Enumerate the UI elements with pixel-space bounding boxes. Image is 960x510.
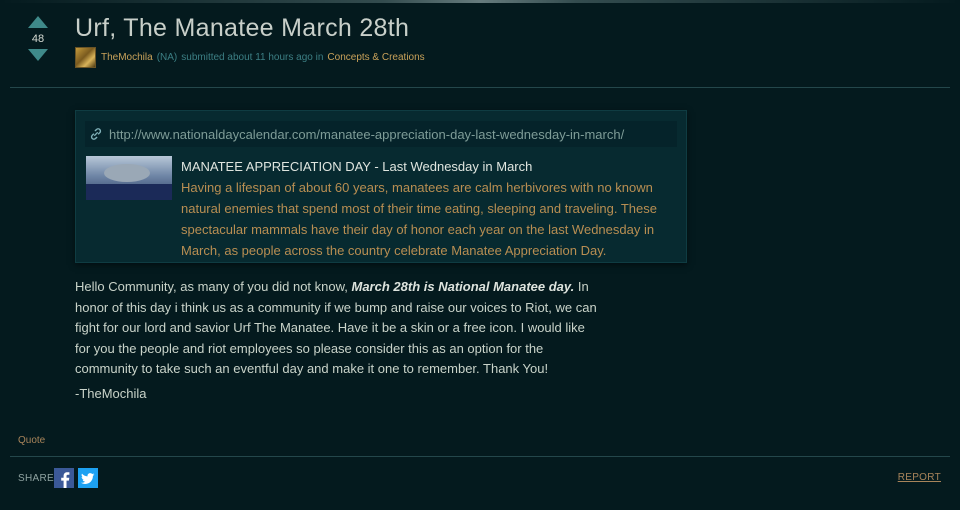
embed-url[interactable]: http://www.nationaldaycalendar.com/manat… [109, 127, 624, 142]
post-body: Hello Community, as many of you did not … [75, 277, 600, 380]
post-meta: TheMochila (NA) submitted about 11 hours… [75, 47, 425, 68]
manatee-image [104, 164, 150, 182]
post-signoff: -TheMochila [75, 386, 147, 401]
embed-headline[interactable]: MANATEE APPRECIATION DAY - Last Wednesda… [181, 159, 532, 174]
embed-url-bar[interactable]: http://www.nationaldaycalendar.com/manat… [85, 121, 677, 147]
author-region: (NA) [156, 51, 178, 63]
post-title[interactable]: Urf, The Manatee March 28th [75, 14, 409, 43]
quote-button[interactable]: Quote [18, 435, 45, 446]
thumbnail-caption-band [86, 184, 172, 200]
report-link[interactable]: REPORT [898, 472, 941, 483]
twitter-icon [81, 473, 95, 484]
body-intro: Hello Community, as many of you did not … [75, 279, 352, 294]
link-embed-card[interactable]: http://www.nationaldaycalendar.com/manat… [75, 110, 687, 263]
embed-description: Having a lifespan of about 60 years, man… [181, 180, 657, 258]
top-glow [0, 0, 960, 3]
vote-score: 48 [31, 33, 45, 45]
upvote-arrow-icon[interactable] [28, 16, 48, 28]
submitted-text: submitted about 11 hours ago in [181, 51, 324, 63]
avatar[interactable] [75, 47, 96, 68]
embed-thumbnail[interactable] [86, 156, 172, 200]
downvote-arrow-icon[interactable] [28, 49, 48, 61]
body-emphasis: March 28th is National Manatee day. [351, 279, 575, 294]
twitter-share-button[interactable] [78, 468, 98, 488]
author-link[interactable]: TheMochila [101, 48, 153, 68]
board-link[interactable]: Concepts & Creations [327, 48, 424, 68]
vote-widget: 48 [24, 16, 52, 61]
facebook-share-button[interactable] [54, 468, 74, 488]
link-icon [90, 128, 102, 140]
footer-divider [10, 456, 950, 457]
share-label: SHARE [18, 473, 54, 484]
header-divider [10, 87, 950, 88]
facebook-icon [61, 472, 70, 488]
